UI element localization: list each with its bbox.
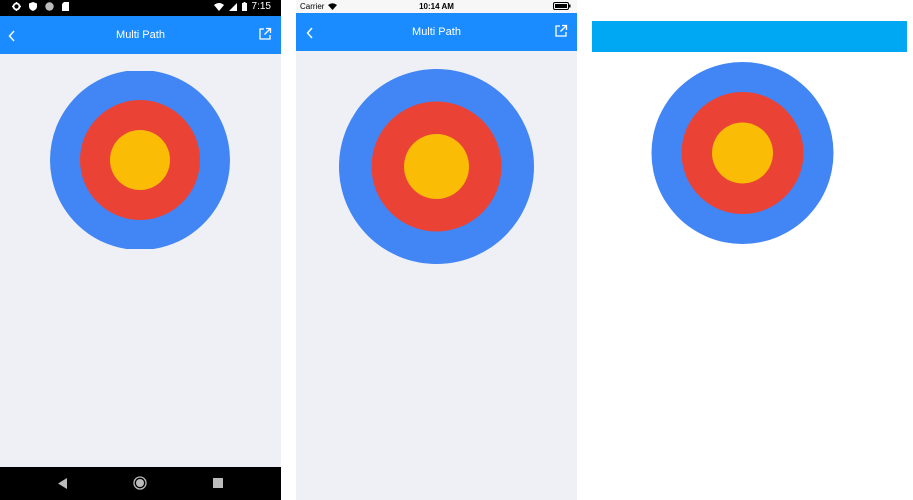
- external-link-icon[interactable]: [554, 24, 568, 38]
- circle-icon: [45, 2, 54, 11]
- inner-circle: [712, 122, 773, 184]
- page-title: Multi Path: [116, 29, 165, 41]
- signal-icon: [228, 2, 237, 11]
- status-time: 10:14 AM: [419, 2, 454, 11]
- navigation-bar: [0, 467, 281, 500]
- back-triangle-icon[interactable]: [58, 478, 68, 489]
- concentric-target: [339, 69, 534, 264]
- sd-card-icon: [62, 2, 69, 11]
- concentric-target: [651, 62, 834, 244]
- status-bar: 7:15: [0, 0, 281, 16]
- app-bar: Multi Path: [0, 16, 281, 54]
- status-bar: Carrier 10:14 AM: [296, 0, 577, 13]
- wifi-icon: [213, 2, 224, 11]
- status-time: 7:15: [251, 1, 271, 12]
- app-bar: Multi Path: [296, 13, 577, 51]
- concentric-target: [50, 71, 230, 249]
- shield-icon: [29, 2, 37, 11]
- battery-icon: [241, 2, 247, 11]
- home-circle-icon[interactable]: [133, 476, 147, 490]
- android-screen: 7:15 Multi Path: [0, 0, 281, 500]
- external-link-icon[interactable]: [258, 27, 272, 41]
- page-title: Multi Path: [412, 26, 461, 38]
- web-screen: [592, 0, 913, 500]
- gear-icon: [12, 2, 21, 11]
- header-bar: [592, 21, 907, 52]
- inner-circle: [110, 130, 170, 190]
- battery-icon: [553, 2, 571, 10]
- inner-circle: [404, 134, 469, 199]
- ios-screen: Carrier 10:14 AM Multi Path: [296, 0, 577, 500]
- recents-square-icon[interactable]: [213, 478, 223, 488]
